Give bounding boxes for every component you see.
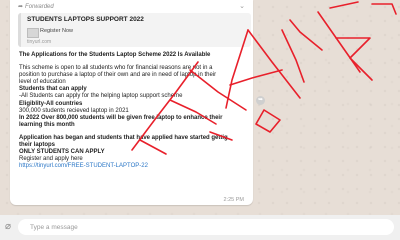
who-heading: Students that can apply [19,86,87,93]
eligibility-heading: Eligiblity-All countries [19,100,83,107]
preview-title: STUDENTS LAPTOPS SUPPORT 2022 [27,16,144,23]
message-heading: The Applications for the Students Laptop… [19,52,211,58]
body-line: This scheme is open to all students who … [19,65,213,72]
preview-thumb-label: Register Now [40,28,74,34]
share-icon[interactable]: ➥ [256,96,265,105]
message-body: The Applications for the Students Laptop… [19,52,251,170]
message-link[interactable]: https://tinyurl.com/FREE-STUDENT-LAPTOP-… [19,163,251,170]
who-text: -All Students can apply for the helping … [19,93,183,100]
forwarded-indicator: ➦ Forwarded [18,3,54,10]
message-input[interactable] [18,219,394,235]
forwarded-label: Forwarded [25,4,54,10]
body-line: level of education [19,79,66,86]
message-bubble[interactable]: ➦ Forwarded ⌄ STUDENTS LAPTOPS SUPPORT 20… [10,0,253,205]
forward-icon: ➦ [18,4,24,10]
preview-thumbnail [27,28,39,38]
composer-bar: ⌀ [0,215,400,240]
only-students-line: ONLY STUDENTS CAN APPLY [19,149,105,156]
application-line: Application has began and students that … [19,134,228,141]
register-line: Register and apply here [19,156,83,163]
chevron-down-icon[interactable]: ⌄ [239,2,245,10]
paperclip-icon[interactable]: ⌀ [5,221,11,232]
eligibility-text: 300,000 students recieved laptop in 2021 [19,107,129,114]
preview-domain: tinyurl.com [27,39,52,45]
body-line-bold: learning this month [19,121,75,128]
body-line: position to purchase a laptop of their o… [19,72,217,79]
link-preview[interactable]: STUDENTS LAPTOPS SUPPORT 2022 Register N… [18,13,251,47]
application-line: their laptops [19,142,56,149]
message-timestamp: 2:25 PM [223,197,244,203]
body-line-bold: In 2022 Over 800,000 students will be gi… [19,114,223,121]
